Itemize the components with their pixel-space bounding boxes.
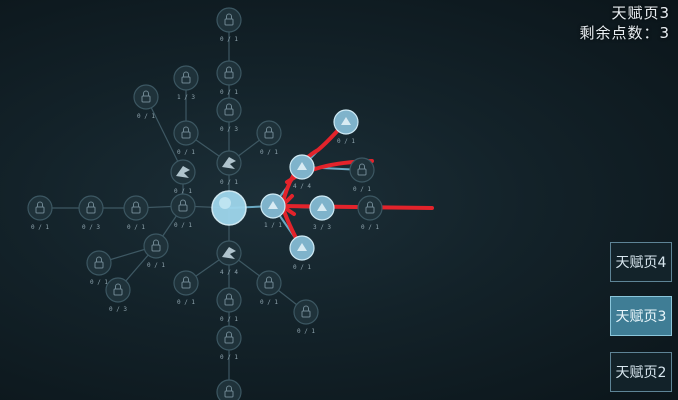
talent-node-rank: 4 / 4 bbox=[293, 183, 311, 190]
talent-node-rank: 1 / 1 bbox=[264, 222, 282, 229]
talent-node[interactable]: 0 / 1 bbox=[27, 195, 53, 231]
talent-node[interactable]: 0 / 1 bbox=[143, 233, 169, 269]
talent-node-rank: 0 / 1 bbox=[260, 149, 278, 156]
talent-node[interactable]: 0 / 3 bbox=[78, 195, 104, 231]
talent-node[interactable]: 0 / 1 bbox=[216, 287, 242, 323]
talent-node[interactable]: 0 / 1 bbox=[216, 379, 242, 400]
talent-node-rank: 0 / 1 bbox=[260, 299, 278, 306]
talent-node-rank: 0 / 1 bbox=[361, 224, 379, 231]
talent-node-rank: 4 / 4 bbox=[220, 269, 238, 276]
talent-node-rank: 0 / 1 bbox=[220, 354, 238, 361]
talent-page-title: 天赋页3 bbox=[611, 4, 670, 22]
talent-nodes: 0 / 1 0 / 1 1 / 3 0 / 1 0 / 3 0 / 1 0 / 1 0 / 1… bbox=[27, 7, 383, 400]
talent-tree: 0 / 1 0 / 1 1 / 3 0 / 1 0 / 3 0 / 1 0 / 1 0 / 1… bbox=[27, 7, 434, 400]
remaining-points: 剩余点数：3 bbox=[579, 22, 670, 43]
talent-node-rank: 0 / 1 bbox=[31, 224, 49, 231]
tab-talent-page-2[interactable]: 天赋页2 bbox=[610, 352, 672, 392]
talent-node-rank: 0 / 1 bbox=[137, 113, 155, 120]
talent-node[interactable]: 0 / 1 bbox=[216, 7, 242, 43]
talent-node-rank: 0 / 1 bbox=[147, 262, 165, 269]
tab-talent-page-3[interactable]: 天赋页3 bbox=[610, 296, 672, 336]
remaining-points-label: 剩余点数： bbox=[579, 24, 660, 42]
talent-node[interactable]: 4 / 4 bbox=[216, 240, 242, 276]
talent-node-rank: 0 / 1 bbox=[174, 222, 192, 229]
tab-talent-page-4[interactable]: 天赋页4 bbox=[610, 242, 672, 282]
talent-node[interactable]: 0 / 1 bbox=[173, 120, 199, 156]
talent-node-rank: 0 / 1 bbox=[177, 299, 195, 306]
red-arrow-stroke bbox=[280, 204, 434, 210]
talent-node[interactable]: 0 / 3 bbox=[216, 97, 242, 133]
talent-node-rank: 3 / 3 bbox=[313, 224, 331, 231]
talent-node[interactable]: 0 / 1 bbox=[349, 157, 375, 193]
talent-node[interactable]: 1 / 3 bbox=[173, 65, 199, 101]
talent-node[interactable]: 0 / 1 bbox=[216, 325, 242, 361]
talent-node-rank: 0 / 1 bbox=[220, 179, 238, 186]
talent-node[interactable]: 0 / 1 bbox=[123, 195, 149, 231]
talent-node[interactable]: 0 / 1 bbox=[256, 270, 282, 306]
talent-node[interactable]: 4 / 4 bbox=[289, 154, 315, 190]
talent-node[interactable]: 0 / 1 bbox=[357, 195, 383, 231]
talent-node-rank: 1 / 3 bbox=[177, 94, 195, 101]
talent-node[interactable]: 0 / 1 bbox=[333, 109, 359, 145]
talent-node-rank: 0 / 1 bbox=[177, 149, 195, 156]
talent-node[interactable]: 0 / 1 bbox=[256, 120, 282, 156]
talent-node[interactable]: 1 / 1 bbox=[260, 193, 286, 229]
talent-node-rank: 0 / 1 bbox=[220, 89, 238, 96]
talent-node[interactable]: 0 / 1 bbox=[86, 250, 112, 286]
talent-node[interactable]: 0 / 1 bbox=[170, 193, 196, 229]
talent-node-rank: 0 / 1 bbox=[293, 264, 311, 271]
talent-node-rank: 0 / 1 bbox=[127, 224, 145, 231]
talent-node-rank: 0 / 3 bbox=[109, 306, 127, 313]
talent-node[interactable]: 0 / 1 bbox=[216, 60, 242, 96]
talent-node[interactable]: 0 / 1 bbox=[216, 150, 242, 186]
talent-node-rank: 0 / 1 bbox=[220, 316, 238, 323]
talent-node-rank: 0 / 3 bbox=[220, 126, 238, 133]
talent-node-rank: 0 / 1 bbox=[353, 186, 371, 193]
talent-node[interactable]: 0 / 1 bbox=[170, 159, 196, 195]
talent-node-rank: 0 / 1 bbox=[90, 279, 108, 286]
talent-node[interactable]: 0 / 1 bbox=[293, 299, 319, 335]
talent-node[interactable]: 0 / 1 bbox=[173, 270, 199, 306]
talent-node[interactable]: 0 / 1 bbox=[133, 84, 159, 120]
talent-node[interactable]: 0 / 1 bbox=[289, 235, 315, 271]
remaining-points-value: 3 bbox=[659, 24, 670, 42]
talent-node-rank: 0 / 1 bbox=[220, 36, 238, 43]
talent-node[interactable]: 0 / 3 bbox=[105, 277, 131, 313]
talent-node[interactable]: 3 / 3 bbox=[309, 195, 335, 231]
talent-node-rank: 0 / 1 bbox=[337, 138, 355, 145]
talent-node-rank: 0 / 1 bbox=[297, 328, 315, 335]
talent-core-node[interactable] bbox=[211, 190, 247, 226]
talent-node-rank: 0 / 3 bbox=[82, 224, 100, 231]
